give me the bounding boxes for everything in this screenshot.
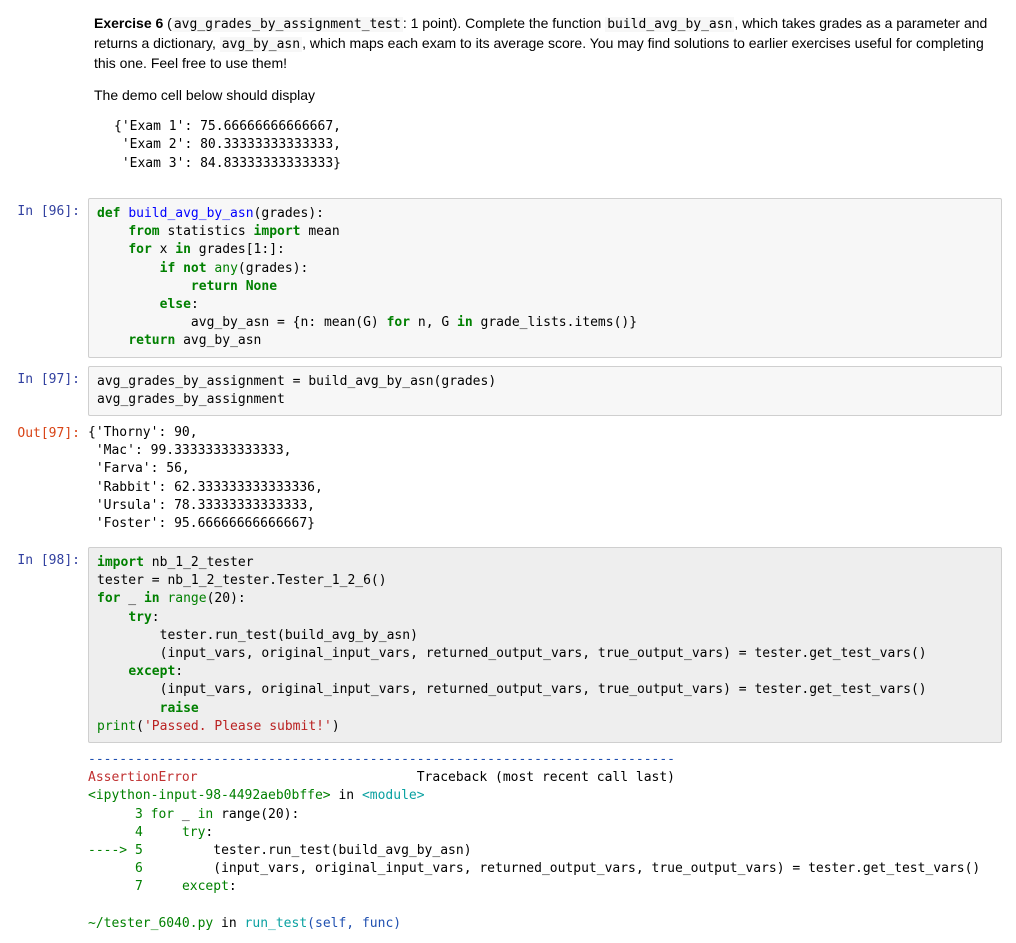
in-prompt-97: In [97]: [0,366,88,387]
markdown-cell-exercise: Exercise 6 (avg_grades_by_assignment_tes… [0,14,1016,174]
code-input-98[interactable]: import nb_1_2_tester tester = nb_1_2_tes… [88,547,1002,743]
code-cell-98: In [98]: import nb_1_2_tester tester = n… [0,543,1016,943]
code-cell-96: In [96]: def build_avg_by_asn(grades): f… [0,194,1016,362]
test-name: avg_grades_by_assignment_test [172,17,403,32]
output-97: {'Thorny': 90, 'Mac': 99.33333333333333,… [88,420,1002,539]
code-input-96[interactable]: def build_avg_by_asn(grades): from stati… [88,198,1002,358]
code-input-97[interactable]: avg_grades_by_assignment = build_avg_by_… [88,366,1002,416]
in-prompt-98: In [98]: [0,547,88,568]
demo-intro: The demo cell below should display [94,86,1002,106]
expected-output-block: {'Exam 1': 75.66666666666667, 'Exam 2': … [94,118,1002,175]
function-name: build_avg_by_asn [605,17,734,32]
exercise-heading: Exercise 6 [94,15,163,31]
err-prompt-98 [0,747,88,753]
code-text-97[interactable]: avg_grades_by_assignment = build_avg_by_… [97,373,993,409]
traceback-text-98: ----------------------------------------… [88,751,1002,933]
out-prompt-97: Out[97]: [0,420,88,441]
code-text-98[interactable]: import nb_1_2_tester tester = nb_1_2_tes… [97,554,993,736]
exercise-description: Exercise 6 (avg_grades_by_assignment_tes… [94,14,1002,74]
output-text-97: {'Thorny': 90, 'Mac': 99.33333333333333,… [88,424,1002,533]
code-text-96[interactable]: def build_avg_by_asn(grades): from stati… [97,205,993,351]
code-cell-97: In [97]: avg_grades_by_assignment = buil… [0,362,1016,544]
notebook: Exercise 6 (avg_grades_by_assignment_tes… [0,0,1016,943]
in-prompt-96: In [96]: [0,198,88,219]
dict-name: avg_by_asn [220,37,302,52]
